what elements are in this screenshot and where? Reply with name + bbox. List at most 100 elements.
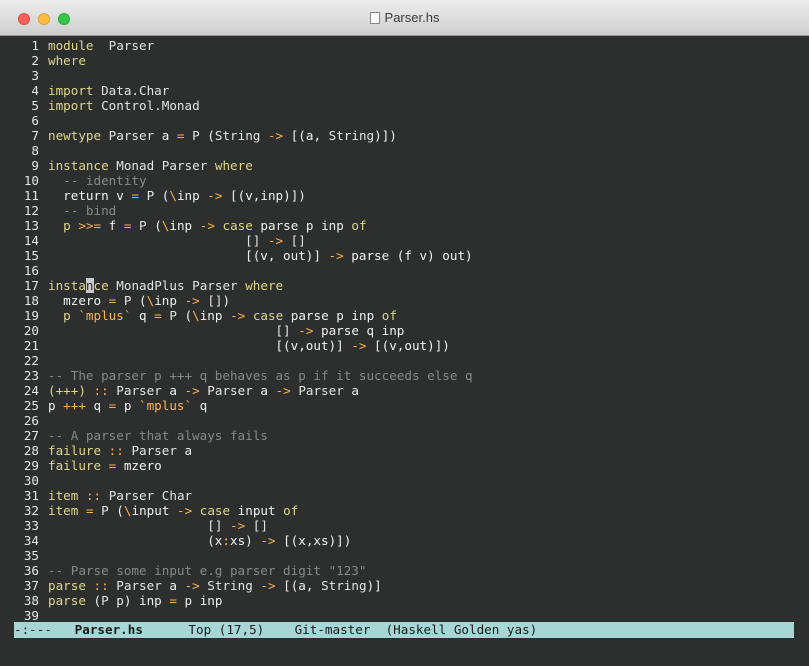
code-token: import [48, 83, 94, 98]
line-number: 39 [23, 608, 39, 623]
code-text: instance Monad Parser where [48, 158, 253, 173]
line-number: 36 [23, 563, 39, 578]
mode-line: -:--- Parser.hs Top (17,5) Git-master (H… [14, 622, 794, 638]
code-token: inp [154, 293, 185, 308]
code-token: mzero [48, 293, 109, 308]
line-number: 29 [23, 458, 39, 473]
left-fringe [0, 36, 14, 666]
code-token: Parser [207, 383, 253, 398]
code-token: ce [93, 278, 109, 293]
code-token: case [222, 218, 253, 233]
code-token: inp [199, 308, 231, 323]
code-token: p [48, 308, 71, 323]
code-token: -> [267, 233, 284, 248]
code-token: inp [169, 218, 200, 233]
code-token: [] [207, 293, 223, 308]
code-token: ( [154, 188, 170, 203]
code-token: P [169, 308, 177, 323]
code-token: [] [207, 518, 223, 533]
code-text: [] -> [] [48, 518, 268, 533]
line-number: 9 [31, 158, 39, 173]
editor-window: Parser.hs 1 module Parser 2 where 3 4 import D… [0, 0, 809, 666]
code-token: xs) [229, 533, 261, 548]
code-token: a [161, 383, 185, 398]
code-text: parse :: Parser a -> String -> [(a, Stri… [48, 578, 382, 593]
code-token: [] [245, 233, 261, 248]
code-text: parse (P p) inp = p inp [48, 593, 222, 608]
line-number: 22 [23, 353, 39, 368]
code-text: item = P (\input -> case input of [48, 503, 298, 518]
code-token: -> [298, 323, 314, 338]
code-token: Parser [116, 383, 162, 398]
code-token: parse q inp [313, 323, 405, 338]
code-token: Parser [108, 38, 155, 53]
line-number: 11 [23, 188, 39, 203]
modeline-vcs: Git-master [294, 622, 371, 637]
code-token: a [154, 128, 177, 143]
code-token: p [48, 398, 64, 413]
code-token: a [252, 383, 276, 398]
code-token: +++ [63, 398, 86, 413]
code-token: parse p inp [283, 308, 382, 323]
code-token: \ [192, 308, 200, 323]
code-token: p [48, 218, 71, 233]
code-token: -> [184, 383, 200, 398]
minibuffer[interactable] [14, 638, 794, 666]
code-token: = [131, 188, 139, 203]
code-token: Control.Monad [101, 98, 200, 113]
code-token: p inp [176, 593, 223, 608]
code-token: : [222, 533, 230, 548]
code-token: import [48, 98, 94, 113]
modeline-buffer-name: Parser.hs [74, 622, 143, 637]
code-token: -- bind [63, 203, 117, 218]
code-token: P [192, 128, 200, 143]
code-text: item :: Parser Char [48, 488, 192, 503]
code-token: [(x,xs)]) [275, 533, 352, 548]
code-token: a [161, 578, 185, 593]
code-token: -> [275, 383, 291, 398]
code-token: return v [48, 188, 132, 203]
code-token: \ [169, 188, 177, 203]
code-token: Parser [131, 443, 177, 458]
code-token: Parser [108, 128, 155, 143]
code-token: ( [131, 293, 147, 308]
code-token: p) inp [108, 593, 170, 608]
code-token: -> [184, 578, 200, 593]
code-token: [(v,out)]) [366, 338, 450, 353]
line-number: 26 [23, 413, 39, 428]
code-token: ( [85, 593, 102, 608]
window-title-text: Parser.hs [384, 10, 440, 25]
code-text: [] -> parse q inp [48, 323, 404, 338]
code-token: -> [260, 533, 276, 548]
line-number: 33 [23, 518, 39, 533]
code-token: String [214, 128, 261, 143]
code-token: of [283, 503, 299, 518]
code-editor[interactable]: 1 module Parser 2 where 3 4 import Data.Char 5 i… [14, 36, 794, 623]
code-token: Parser [108, 488, 155, 503]
code-token: :: [85, 488, 102, 503]
line-number: 14 [23, 233, 39, 248]
code-token: Parser [161, 158, 208, 173]
right-fringe [794, 36, 809, 666]
code-token: [] [290, 233, 306, 248]
line-number: 23 [23, 368, 39, 383]
code-token: -> [260, 578, 276, 593]
code-token: :: [93, 578, 109, 593]
code-token: instance [48, 158, 109, 173]
code-token: :: [93, 383, 109, 398]
code-token: -- The parser p +++ q behaves as p if it… [48, 368, 473, 383]
